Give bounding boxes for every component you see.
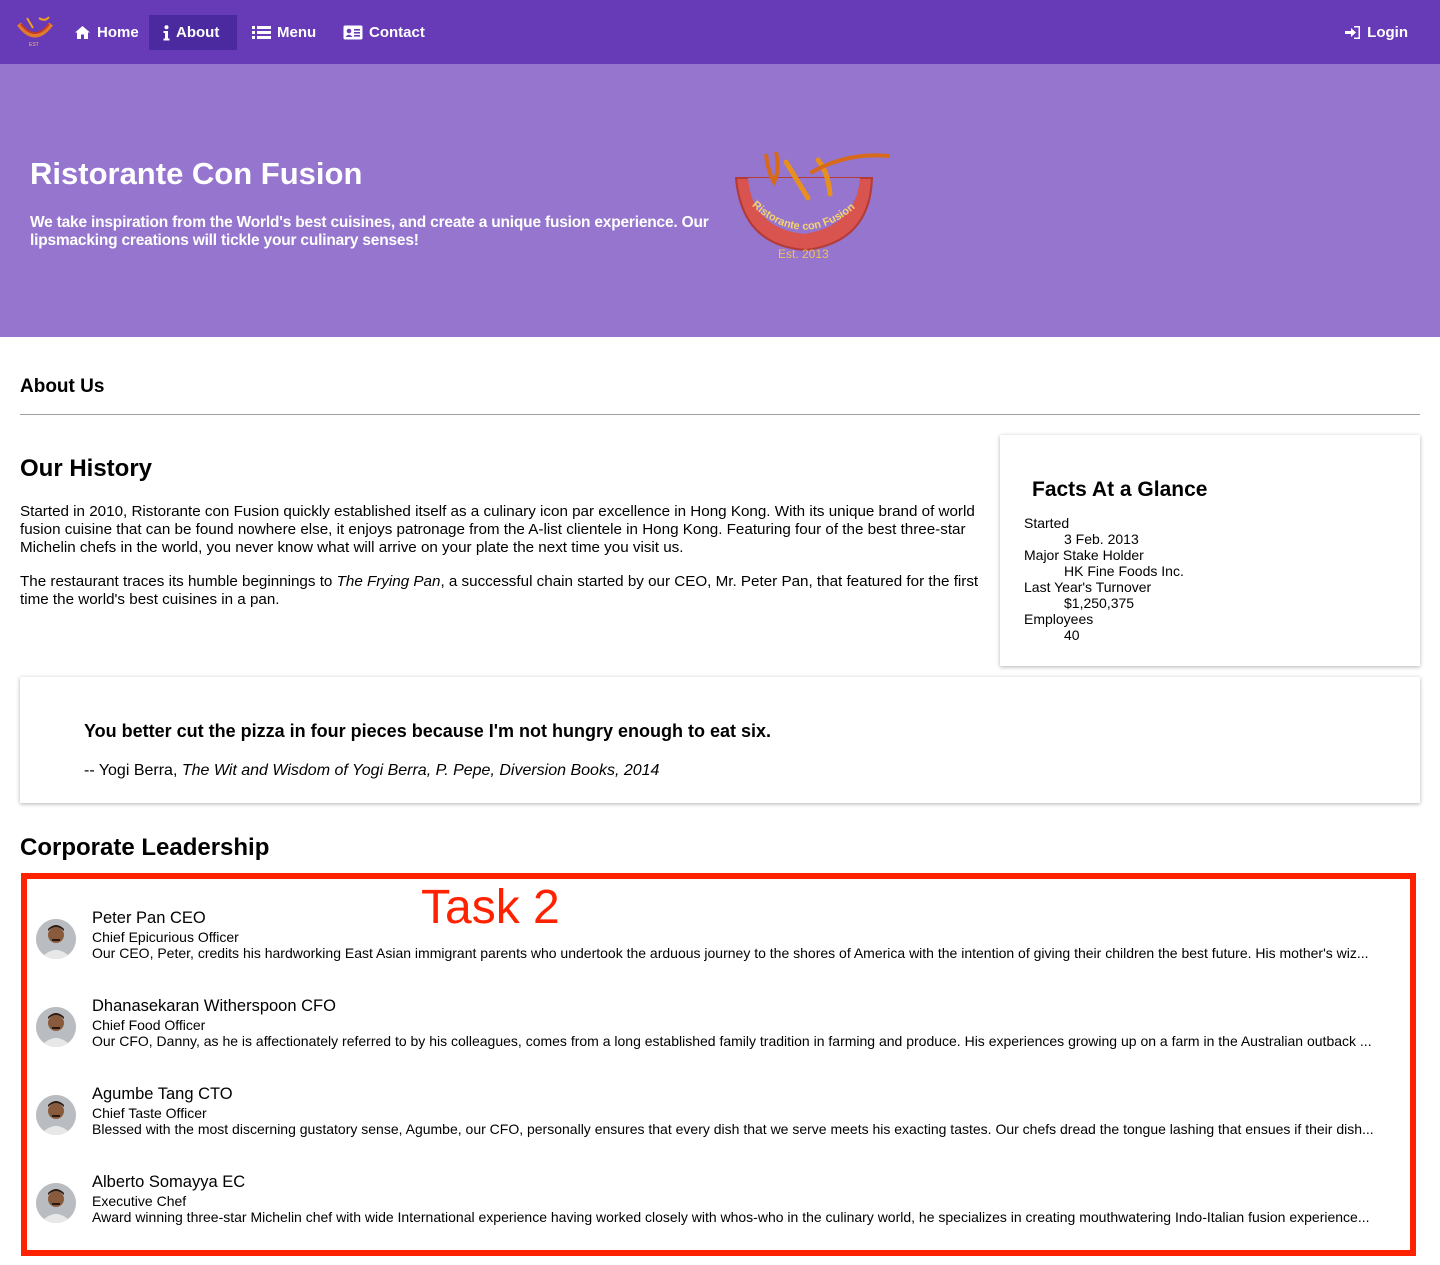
facts-title: Facts At a Glance — [1032, 478, 1208, 501]
nav-menu-label: Menu — [277, 24, 317, 41]
restaurant-title: Ristorante Con Fusion — [30, 156, 363, 191]
nav-home[interactable]: Home — [60, 15, 153, 50]
avatar — [36, 1183, 76, 1223]
leader-item: Dhanasekaran Witherspoon CFO Chief Food … — [36, 997, 1396, 1059]
leader-name: Peter Pan CEO — [92, 909, 206, 927]
address-card-icon — [343, 25, 363, 40]
leader-description: Our CFO, Danny, as he is affectionately … — [92, 1033, 1372, 1049]
list-icon — [252, 25, 271, 40]
info-icon — [163, 24, 170, 41]
leader-name: Dhanasekaran Witherspoon CFO — [92, 997, 336, 1015]
nav-about[interactable]: About — [149, 15, 237, 50]
history-paragraph-2: The restaurant traces its humble beginni… — [20, 573, 979, 608]
leader-item: Peter Pan CEO Chief Epicurious Officer O… — [36, 909, 1396, 971]
about-us-heading: About Us — [20, 376, 105, 397]
leader-role: Executive Chef — [92, 1193, 187, 1209]
avatar — [36, 919, 76, 959]
leader-item: Agumbe Tang CTO Chief Taste Officer Bles… — [36, 1085, 1396, 1147]
our-history-heading: Our History — [20, 455, 153, 482]
section-divider — [20, 414, 1420, 415]
navbar: EST Home About Menu Contact Login — [0, 0, 1440, 64]
leader-role: Chief Food Officer — [92, 1017, 206, 1033]
quote-text: You better cut the pizza in four pieces … — [84, 721, 772, 741]
quote-source: The Wit and Wisdom of Yogi Berra, P. Pep… — [181, 762, 660, 779]
login-label: Login — [1367, 24, 1408, 41]
fact-value: 40 — [1064, 627, 1080, 643]
facts-list: Started 3 Feb. 2013 Major Stake Holder H… — [1024, 515, 1184, 643]
leader-item: Alberto Somayya EC Executive Chef Award … — [36, 1173, 1396, 1235]
fact-value: $1,250,375 — [1064, 595, 1135, 611]
corporate-leadership-heading: Corporate Leadership — [20, 834, 270, 861]
nav-home-label: Home — [97, 24, 139, 41]
home-icon — [74, 25, 91, 40]
history-paragraph-1: Started in 2010, Ristorante con Fusion q… — [20, 503, 975, 556]
nav-contact-label: Contact — [369, 24, 425, 41]
restaurant-logo: Ristorante con Fusion Est. 2013 — [728, 142, 898, 262]
svg-text:EST: EST — [29, 42, 39, 48]
frying-pan-title: The Frying Pan — [336, 573, 441, 590]
sign-in-icon — [1345, 25, 1361, 40]
restaurant-tagline: We take inspiration from the World's bes… — [30, 214, 709, 249]
quote-citation: -- Yogi Berra, The Wit and Wisdom of Yog… — [84, 762, 660, 779]
facts-card: Facts At a Glance Started 3 Feb. 2013 Ma… — [1000, 435, 1420, 666]
leader-description: Blessed with the most discerning gustato… — [92, 1121, 1374, 1137]
nav-menu[interactable]: Menu — [238, 15, 330, 50]
logo-est-text: Est. 2013 — [778, 247, 829, 261]
login-button[interactable]: Login — [1331, 15, 1422, 50]
leader-name: Alberto Somayya EC — [92, 1173, 246, 1191]
avatar — [36, 1095, 76, 1135]
fact-value: 3 Feb. 2013 — [1064, 531, 1139, 547]
leader-description: Award winning three-star Michelin chef w… — [92, 1209, 1370, 1225]
fact-term: Started — [1024, 515, 1070, 531]
quote-card: You better cut the pizza in four pieces … — [20, 677, 1420, 803]
leader-role: Chief Taste Officer — [92, 1105, 207, 1121]
nav-about-label: About — [176, 24, 220, 41]
fact-term: Employees — [1024, 611, 1094, 627]
fact-term: Major Stake Holder — [1024, 547, 1144, 563]
nav-contact[interactable]: Contact — [329, 15, 439, 50]
brand-logo[interactable]: EST — [15, 14, 55, 48]
leader-role: Chief Epicurious Officer — [92, 929, 239, 945]
leader-name: Agumbe Tang CTO — [92, 1085, 233, 1103]
leader-description: Our CEO, Peter, credits his hardworking … — [92, 945, 1369, 961]
avatar — [36, 1007, 76, 1047]
fact-term: Last Year's Turnover — [1024, 579, 1152, 595]
fact-value: HK Fine Foods Inc. — [1064, 563, 1184, 579]
jumbotron: Ristorante Con Fusion We take inspiratio… — [0, 64, 1440, 337]
